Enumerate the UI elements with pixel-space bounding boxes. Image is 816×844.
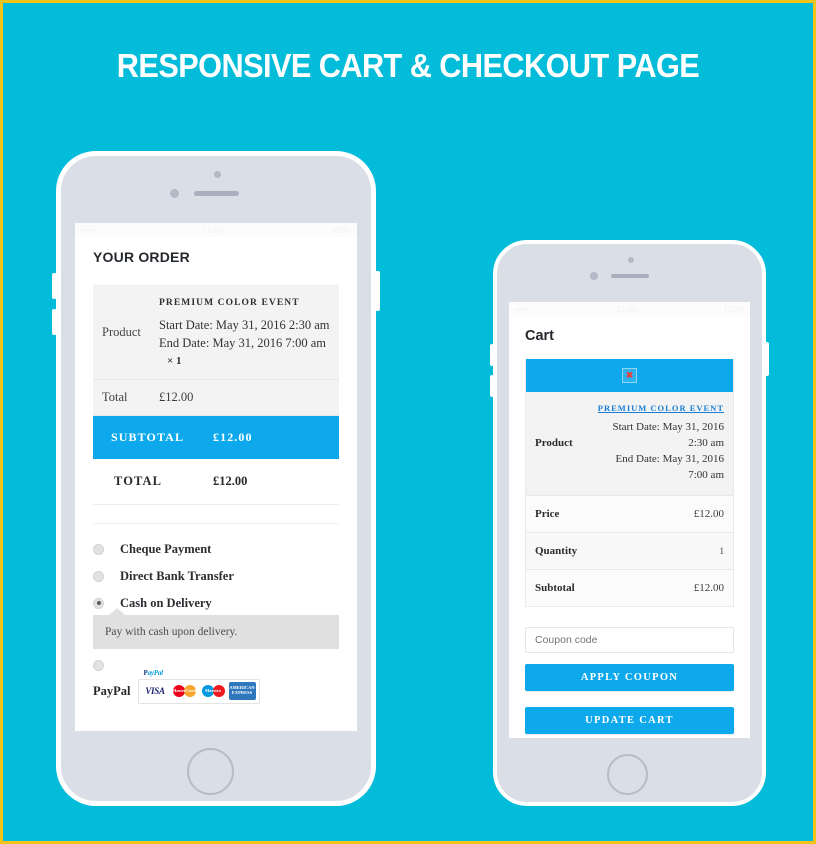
volume-down-button[interactable] — [490, 375, 494, 397]
status-time: 21:00 — [202, 225, 223, 235]
payment-method-description: Pay with cash upon delivery. — [93, 607, 339, 649]
radio-cash-on-delivery-icon[interactable] — [93, 597, 104, 609]
payment-option-cash-on-delivery[interactable]: Cash on Delivery — [93, 596, 339, 611]
earpiece-speaker — [194, 191, 239, 196]
quantity-label: Quantity — [535, 544, 578, 557]
paypal-row: PayPal PayPal VISA MasterCard Maestro AM… — [93, 668, 339, 704]
grand-total-label: TOTAL — [114, 473, 163, 488]
product-end-date: End Date: May 31, 2016 7:00 am — [159, 335, 326, 350]
payment-option-cheque[interactable]: Cheque Payment — [93, 542, 339, 557]
status-bar: ••••• 21:00 100% — [509, 302, 750, 316]
radio-cheque-icon[interactable] — [93, 543, 104, 555]
product-end-date: End Date: May 31, 2016 7:00 am — [615, 452, 724, 481]
home-button[interactable] — [607, 754, 648, 795]
order-summary-table: Product Premium Color Event Start Date: … — [93, 285, 339, 505]
status-signal: ••••• — [515, 304, 530, 314]
total-label: Total — [102, 389, 128, 404]
power-button[interactable] — [375, 271, 380, 311]
paypal-label: PayPal — [93, 683, 131, 698]
accepted-cards-group: PayPal VISA MasterCard Maestro AMERICAN E… — [137, 668, 260, 704]
product-quantity: × 1 — [167, 354, 182, 367]
product-start-date: Start Date: May 31, 2016 2:30 am — [159, 318, 330, 332]
product-name-link[interactable]: Premium Color Event — [597, 403, 724, 413]
cart-phone-mockup: ••••• 21:00 100% Cart ✖ Product Premium … — [490, 240, 769, 806]
front-camera-icon — [628, 257, 634, 263]
page-title: RESPONSIVE CART & CHECKOUT PAGE — [116, 47, 700, 84]
quantity-value[interactable]: 1 — [720, 546, 725, 556]
cart-subtotal-row: Subtotal £12.00 — [526, 569, 733, 606]
paypal-logo-icon: PayPal — [142, 668, 164, 677]
product-name: Premium Color Event — [159, 298, 300, 308]
cart-screen: ••••• 21:00 100% Cart ✖ Product Premium … — [509, 302, 750, 738]
broken-image-icon: ✖ — [622, 368, 637, 383]
subtotal-label: Subtotal — [535, 581, 575, 594]
product-label: Product — [535, 437, 573, 450]
cart-heading: Cart — [525, 328, 555, 344]
amex-card-icon: AMERICAN EXPRESS — [228, 681, 256, 700]
cart-quantity-row: Quantity 1 — [526, 532, 733, 570]
payment-option-label: Cheque Payment — [120, 541, 212, 556]
visa-card-icon: VISA — [141, 681, 169, 700]
price-value: £12.00 — [693, 507, 724, 520]
earpiece-speaker — [611, 274, 649, 278]
coupon-code-input[interactable] — [525, 626, 734, 653]
power-button[interactable] — [765, 342, 769, 376]
subtotal-label: SUBTOTAL — [111, 429, 185, 444]
poster-canvas: RESPONSIVE CART & CHECKOUT PAGE ••••• 21… — [3, 3, 813, 841]
grand-total-value: £12.00 — [213, 473, 248, 488]
volume-up-button[interactable] — [52, 273, 57, 299]
cart-product-row: Product Premium Color Event Start Date: … — [526, 392, 733, 496]
product-thumbnail-bar: ✖ — [526, 359, 733, 392]
status-battery: 100% — [723, 304, 744, 314]
proximity-sensor-icon — [590, 272, 598, 280]
subtotal-value: £12.00 — [213, 429, 253, 444]
radio-paypal-icon[interactable] — [93, 659, 104, 671]
order-total-row: Total £12.00 — [93, 379, 339, 416]
update-cart-button[interactable]: UPDATE CART — [525, 706, 734, 734]
payment-methods: Cheque Payment Direct Bank Transfer Cash… — [93, 522, 339, 704]
front-camera-icon — [214, 171, 221, 178]
coupon-section: APPLY COUPON UPDATE CART — [525, 626, 734, 734]
payment-option-label: Direct Bank Transfer — [120, 568, 234, 583]
mastercard-card-icon: MasterCard — [170, 681, 198, 700]
volume-down-button[interactable] — [52, 309, 57, 335]
radio-bank-transfer-icon[interactable] — [93, 570, 104, 582]
cart-table: ✖ Product Premium Color Event Start Date… — [525, 359, 734, 607]
checkout-screen: ••••• 21:00 100% YOUR ORDER Product Prem… — [75, 223, 357, 731]
status-bar: ••••• 21:00 100% — [75, 223, 357, 237]
apply-coupon-button[interactable]: APPLY COUPON — [525, 663, 734, 691]
payment-option-bank-transfer[interactable]: Direct Bank Transfer — [93, 569, 339, 584]
order-grand-total-row: TOTAL £12.00 — [93, 458, 339, 505]
payment-option-label: Cash on Delivery — [120, 595, 212, 610]
subtotal-value: £12.00 — [693, 581, 724, 594]
product-label: Product — [102, 324, 141, 339]
order-product-row: Product Premium Color Event Start Date: … — [93, 286, 339, 380]
proximity-sensor-icon — [170, 189, 179, 198]
price-label: Price — [535, 507, 560, 520]
volume-up-button[interactable] — [490, 344, 494, 366]
product-start-date: Start Date: May 31, 2016 2:30 am — [612, 421, 724, 449]
status-battery: 100% — [330, 225, 351, 235]
home-button[interactable] — [187, 748, 234, 795]
checkout-phone-mockup: ••••• 21:00 100% YOUR ORDER Product Prem… — [52, 151, 380, 806]
status-time: 21:00 — [616, 304, 637, 314]
status-signal: ••••• — [81, 225, 96, 235]
total-value: £12.00 — [159, 389, 194, 404]
your-order-heading: YOUR ORDER — [93, 249, 190, 265]
order-subtotal-row: SUBTOTAL £12.00 — [93, 415, 339, 459]
maestro-card-icon: Maestro — [199, 681, 227, 700]
cart-price-row: Price £12.00 — [526, 495, 733, 533]
payment-option-paypal[interactable] — [93, 659, 339, 671]
